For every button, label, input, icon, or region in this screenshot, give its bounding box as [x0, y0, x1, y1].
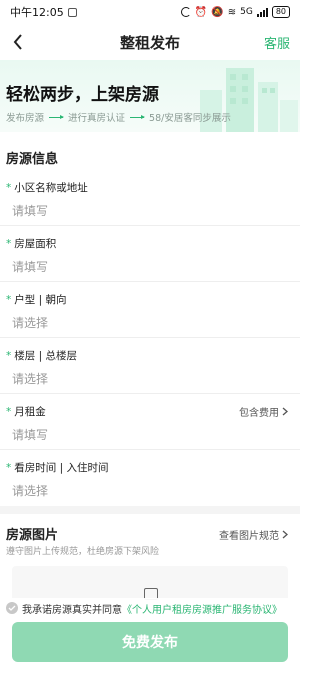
field-label: 看房时间 | 入住时间	[14, 462, 109, 474]
check-icon	[8, 605, 16, 611]
required-mark: *	[6, 350, 12, 362]
back-button[interactable]	[6, 28, 30, 56]
agreement-link[interactable]: 《个人用户租房房源推广服务协议》	[122, 601, 282, 616]
moon-icon	[180, 7, 191, 17]
field-community-address[interactable]: * 小区名称或地址 请填写	[0, 170, 300, 226]
section-title-listing-info: 房源信息	[6, 152, 59, 167]
photo-guidelines-label: 查看图片规范	[219, 531, 279, 542]
floor-select[interactable]: 请选择	[12, 370, 48, 387]
back-arrow-icon	[13, 34, 22, 50]
status-time: 中午12:05	[10, 6, 64, 19]
field-viewing-movein-time[interactable]: * 看房时间 | 入住时间 请选择	[0, 450, 300, 506]
required-mark: *	[6, 294, 12, 306]
publish-button[interactable]: 免费发布	[12, 622, 288, 662]
banner-title: 轻松两步，上架房源	[6, 85, 159, 105]
step-publish: 发布房源	[6, 113, 45, 124]
required-mark: *	[6, 238, 12, 250]
step-arrow-icon	[49, 114, 65, 119]
required-mark: *	[6, 182, 12, 194]
customer-service-link[interactable]: 客服	[264, 33, 290, 52]
field-label: 房屋面积	[14, 238, 57, 250]
step-arrow-icon	[130, 114, 146, 119]
notification-icon	[67, 7, 77, 17]
included-fees-label: 包含费用	[239, 408, 279, 419]
section-title-photos: 房源图片	[6, 528, 59, 543]
field-label: 户型 | 朝向	[14, 294, 67, 306]
status-bar: 中午12:05 ⏰ 🔕 ≋ 5G 80	[0, 0, 300, 24]
step-verify: 进行真房认证	[68, 113, 126, 124]
wifi-icon: ≋	[227, 6, 237, 18]
area-input[interactable]: 请填写	[12, 258, 48, 275]
field-label: 楼层 | 总楼层	[14, 350, 77, 362]
network-label: 5G	[240, 7, 253, 17]
photos-subtitle: 遵守图片上传规范，杜绝房源下架风险	[6, 547, 160, 557]
nav-bar: 整租发布 客服	[0, 24, 300, 60]
page-title: 整租发布	[119, 33, 180, 52]
community-address-input[interactable]: 请填写	[12, 202, 48, 219]
battery-icon: 80	[271, 6, 290, 18]
intro-banner: 轻松两步，上架房源 发布房源 进行真房认证 58/安居客同步展示	[0, 60, 300, 132]
step-sync: 58/安居客同步展示	[149, 113, 231, 124]
agreement-checkbox[interactable]	[6, 602, 18, 614]
required-mark: *	[6, 406, 12, 418]
agreement-row[interactable]: 我承诺房源真实并同意 《个人用户租房房源推广服务协议》	[0, 598, 300, 618]
section-divider	[0, 506, 300, 514]
field-label: 小区名称或地址	[14, 182, 88, 194]
agreement-text: 我承诺房源真实并同意	[22, 604, 122, 616]
field-label: 月租金	[14, 406, 46, 418]
alarm-icon: ⏰	[194, 6, 208, 18]
required-mark: *	[6, 462, 12, 474]
banner-steps: 发布房源 进行真房认证 58/安居客同步展示	[6, 110, 231, 124]
photo-guidelines-link[interactable]: 查看图片规范	[219, 527, 288, 542]
included-fees-link[interactable]: 包含费用	[239, 404, 288, 419]
chevron-right-icon	[282, 407, 288, 416]
field-floor[interactable]: * 楼层 | 总楼层 请选择	[0, 338, 300, 394]
chevron-right-icon	[282, 530, 288, 539]
field-area[interactable]: * 房屋面积 请填写	[0, 226, 300, 282]
viewing-time-select[interactable]: 请选择	[12, 482, 48, 499]
layout-select[interactable]: 请选择	[12, 314, 48, 331]
photos-header: 房源图片 查看图片规范 遵守图片上传规范，杜绝房源下架风险	[0, 522, 300, 562]
field-layout-orientation[interactable]: * 户型 | 朝向 请选择	[0, 282, 300, 338]
rent-input[interactable]: 请填写	[12, 426, 48, 443]
field-monthly-rent[interactable]: * 月租金 包含费用 请填写	[0, 394, 300, 450]
signal-icon	[256, 7, 268, 17]
mute-icon: 🔕	[211, 6, 224, 18]
